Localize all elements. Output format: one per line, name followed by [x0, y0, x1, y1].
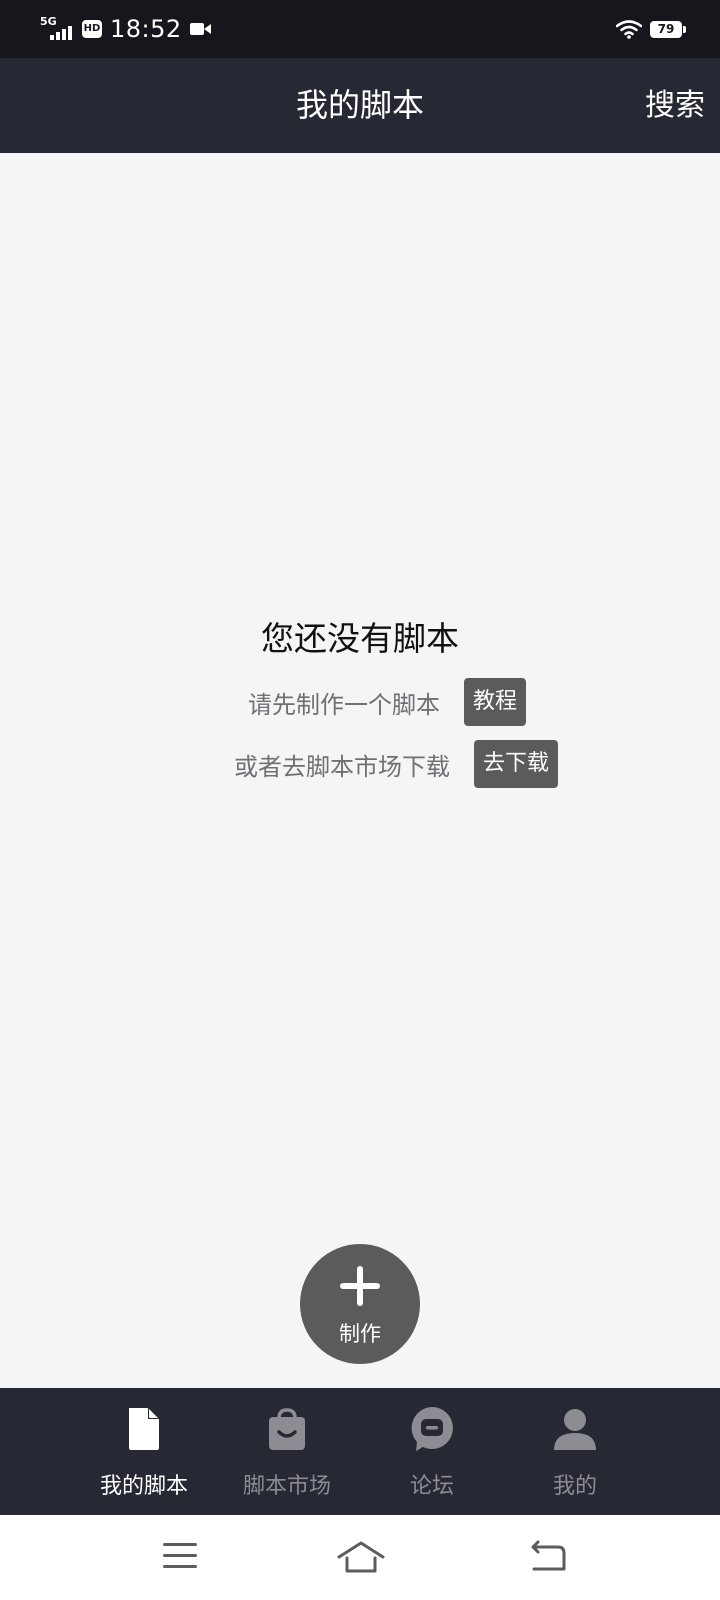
make-script-label: 制作 [339, 1322, 381, 1346]
tab-label: 我的脚本 [99, 1474, 188, 1499]
home-button[interactable] [331, 1529, 391, 1585]
tab-label: 脚本市场 [242, 1474, 331, 1499]
tab-forum[interactable]: 论坛 [362, 1388, 502, 1515]
back-button[interactable] [518, 1529, 578, 1585]
empty-state-title: 您还没有脚本 [261, 619, 459, 658]
bottom-tab-bar: 我的脚本 脚本市场 论坛 我的 [0, 1388, 720, 1515]
hd-badge: HD [82, 20, 102, 38]
home-icon [337, 1541, 385, 1573]
status-bar: 5G HD 18:52 79 [0, 0, 720, 58]
status-left: 5G HD 18:52 [40, 14, 212, 44]
video-camera-icon [189, 22, 212, 36]
go-download-button[interactable]: 去下载 [474, 740, 559, 788]
make-script-prompt: 请先制作一个脚本 [248, 690, 440, 719]
recent-apps-button[interactable] [150, 1529, 210, 1585]
system-navigation-bar [0, 1515, 720, 1600]
shopping-bag-icon [269, 1408, 305, 1450]
tab-my-scripts[interactable]: 我的脚本 [74, 1388, 214, 1515]
market-download-prompt: 或者去脚本市场下载 [234, 752, 450, 781]
plus-icon [340, 1266, 380, 1306]
tutorial-button[interactable]: 教程 [464, 678, 527, 726]
document-icon [129, 1408, 159, 1450]
tutorial-prompt-row: 请先制作一个脚本 教程 [248, 678, 527, 726]
tab-profile[interactable]: 我的 [505, 1388, 645, 1515]
chat-bubble-icon [411, 1407, 453, 1451]
download-prompt-row: 或者去脚本市场下载 去下载 [234, 740, 559, 788]
menu-icon [163, 1543, 197, 1569]
tab-script-market[interactable]: 脚本市场 [217, 1388, 357, 1515]
tab-label: 我的 [552, 1474, 597, 1499]
app-header: 我的脚本 搜索 [0, 58, 720, 153]
status-right: 79 [616, 16, 686, 42]
status-time: 18:52 [110, 15, 182, 43]
cellular-signal-icon: 5G [40, 16, 74, 42]
back-arrow-icon [531, 1540, 566, 1571]
network-type: 5G [40, 15, 57, 28]
person-icon [554, 1409, 596, 1450]
page-title: 我的脚本 [295, 86, 424, 124]
battery-icon: 79 [650, 20, 686, 38]
make-script-button[interactable]: 制作 [300, 1244, 420, 1364]
tab-label: 论坛 [409, 1474, 454, 1499]
wifi-icon [616, 20, 642, 39]
search-button[interactable]: 搜索 [645, 58, 705, 153]
